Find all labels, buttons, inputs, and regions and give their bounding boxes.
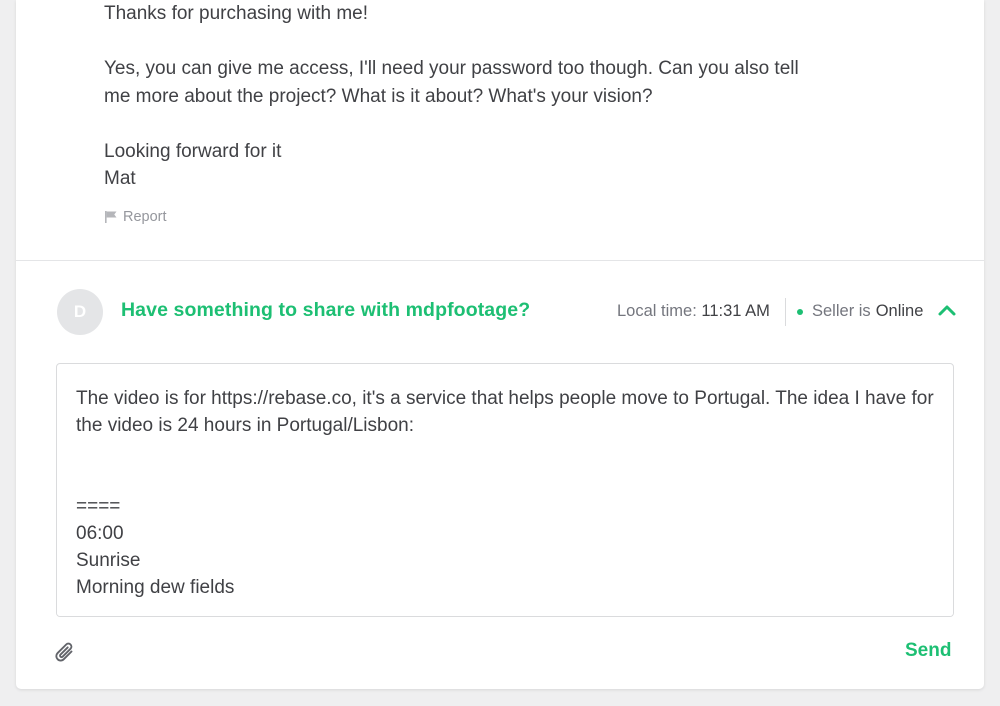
- local-time-value: 11:31 AM: [701, 302, 770, 320]
- message-line: Yes, you can give me access, I'll need y…: [104, 58, 799, 79]
- avatar: D: [57, 289, 103, 335]
- paperclip-icon[interactable]: [55, 641, 77, 665]
- message-signature: Mat: [104, 168, 136, 189]
- message-line: me more about the project? What is it ab…: [104, 85, 653, 107]
- seller-status-label: Seller is: [812, 302, 871, 320]
- local-time-label: Local time:: [617, 302, 697, 320]
- composer-title: Have something to share with mdpfootage?: [121, 299, 531, 321]
- message-body: Thanks for purchasing with me! Yes, you …: [104, 0, 864, 193]
- local-time: Local time: 11:31 AM: [617, 302, 770, 321]
- report-label: Report: [123, 209, 167, 225]
- send-button[interactable]: Send: [905, 640, 951, 662]
- conversation-card: Thanks for purchasing with me! Yes, you …: [16, 0, 984, 689]
- seller-status-value: Online: [875, 302, 924, 320]
- message-textarea[interactable]: The video is for https://rebase.co, it's…: [56, 363, 954, 617]
- message-line: Looking forward for it: [104, 140, 282, 162]
- online-dot-icon: [797, 308, 803, 315]
- message-line: Thanks for purchasing with me!: [104, 3, 369, 24]
- section-divider: [16, 260, 984, 261]
- avatar-initial: D: [73, 302, 87, 321]
- textarea-bottom-padding: [57, 600, 953, 616]
- status-separator: [785, 298, 786, 326]
- chevron-up-icon[interactable]: [937, 302, 957, 318]
- seller-status: Seller is Online: [797, 302, 923, 321]
- report-link[interactable]: Report: [104, 209, 167, 225]
- flag-icon: [104, 210, 118, 224]
- draft-text[interactable]: The video is for https://rebase.co, it's…: [76, 385, 936, 616]
